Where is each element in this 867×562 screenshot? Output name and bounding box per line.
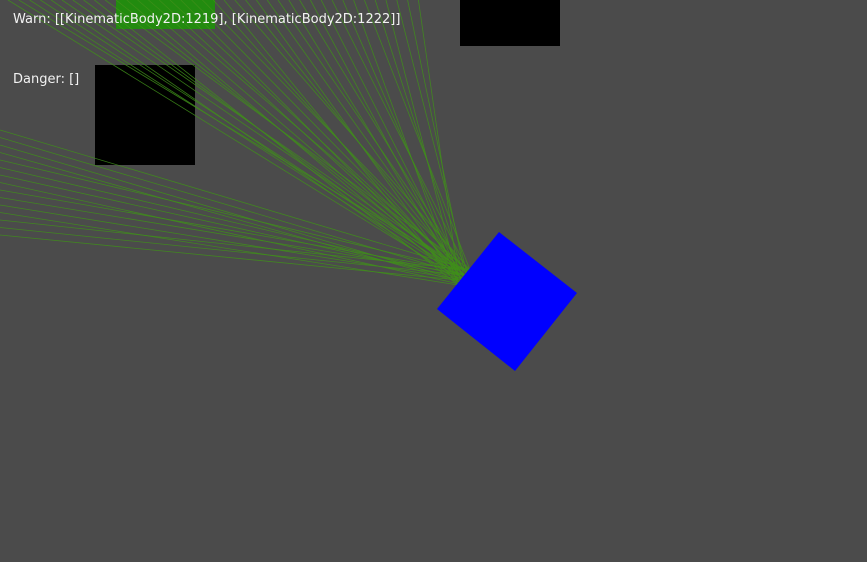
ray-line [0, 174, 471, 281]
ray-line [0, 219, 471, 271]
ray-line [0, 204, 465, 281]
ray-line [0, 197, 471, 276]
player-square [437, 232, 577, 371]
ray-line [266, 0, 471, 286]
ray-line [385, 0, 459, 281]
obstacle-top-right [460, 0, 560, 46]
danger-label: Danger: [] [13, 72, 80, 87]
ray-line [256, 0, 459, 281]
game-viewport: Warn: [[KinematicBody2D:1219], [Kinemati… [0, 0, 867, 562]
ray-line [223, 0, 459, 286]
ray-line [191, 0, 459, 271]
ray-line [0, 129, 471, 271]
ray-line [407, 0, 465, 271]
warn-label: Warn: [[KinematicBody2D:1219], [Kinemati… [13, 12, 401, 27]
ray-line [169, 0, 471, 281]
ray-line [0, 152, 471, 286]
ray-line [245, 0, 465, 276]
ray-line [331, 0, 471, 276]
ray-line [418, 0, 459, 276]
obstacle-left [95, 65, 195, 165]
ray-line [180, 0, 465, 286]
ray-line [299, 0, 471, 281]
ray-line [0, 212, 459, 286]
ray-line [0, 144, 459, 281]
ray-line [277, 0, 465, 271]
ray-line [374, 0, 465, 276]
ray-line [212, 0, 465, 281]
ray-line [288, 0, 459, 276]
ray-line [7, 0, 471, 286]
ray-line [29, 0, 459, 276]
ray-line [0, 234, 459, 281]
ray-line [234, 0, 471, 271]
ray-line [0, 189, 459, 271]
ray-line [158, 0, 459, 276]
ray-line [148, 0, 465, 271]
ray-line [18, 0, 465, 271]
ray-line [0, 227, 465, 276]
ray-line [310, 0, 465, 286]
ray-line [0, 182, 465, 286]
ray-line [202, 0, 471, 276]
ray-line [353, 0, 459, 286]
ray-line [0, 167, 459, 276]
ray-line [342, 0, 465, 281]
ray-line [0, 137, 465, 276]
ray-line [320, 0, 459, 271]
ray-line [364, 0, 471, 271]
ray-line [0, 159, 465, 271]
